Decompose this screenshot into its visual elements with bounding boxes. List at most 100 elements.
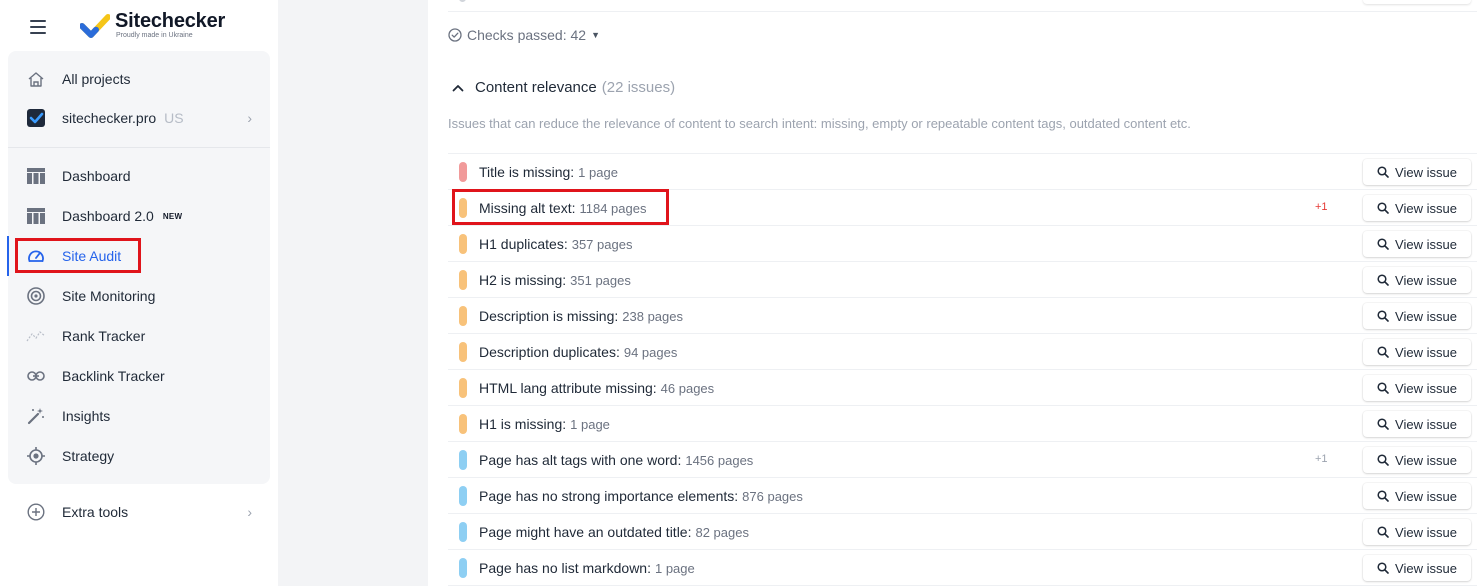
issue-delta: +1 <box>1315 201 1328 213</box>
view-issue-button[interactable]: View issue <box>1363 411 1471 437</box>
checks-passed-toggle[interactable]: Checks passed: 42 ▼ <box>448 27 600 43</box>
view-issue-label: View issue <box>1395 560 1457 576</box>
search-icon <box>1377 382 1389 394</box>
issue-name: Page has alt tags with one word: <box>479 452 682 468</box>
sidebar-item-extra-tools[interactable]: Extra tools › <box>8 494 270 530</box>
issue-name: H1 is missing: <box>479 416 567 432</box>
search-icon <box>1377 454 1389 466</box>
table-icon <box>26 207 46 225</box>
highlight-box <box>452 189 669 225</box>
issue-row[interactable]: Page might have an outdated title: 82 pag… <box>448 514 1477 550</box>
sidebar-item-strategy[interactable]: Strategy <box>8 438 270 474</box>
view-issue-label: View issue <box>1395 344 1457 360</box>
view-issue-button[interactable]: View issue <box>1363 447 1471 473</box>
issue-title: Page has alt tags with one word: 1456 pag… <box>479 452 753 468</box>
issue-row[interactable]: Page has no strong importance elements: 8… <box>448 478 1477 514</box>
issue-page-count: 1456 pages <box>685 453 754 468</box>
view-issue-label: View issue <box>1395 236 1457 252</box>
issue-row[interactable]: H1 duplicates: 357 pages View issue <box>448 226 1477 262</box>
sidebar: Sitechecker Proudly made in Ukraine All … <box>0 0 278 586</box>
severity-indicator <box>459 270 467 290</box>
issue-row[interactable]: Description duplicates: 94 pages View issu… <box>448 334 1477 370</box>
sidebar-item-all-projects[interactable]: All projects <box>8 61 270 97</box>
brand-name: Sitechecker <box>115 10 226 32</box>
view-issue-label: View issue <box>1395 452 1457 468</box>
view-issue-button[interactable]: View issue <box>1363 339 1471 365</box>
search-icon <box>1377 274 1389 286</box>
section-toggle[interactable]: Content relevance (22 issues) <box>452 79 675 96</box>
sidebar-item-rank-tracker[interactable]: Rank Tracker <box>8 318 270 354</box>
issue-name: H1 duplicates: <box>479 236 568 252</box>
issue-row[interactable]: Description is missing: 238 pages View iss… <box>448 298 1477 334</box>
sidebar-item-label: Extra tools <box>62 504 129 520</box>
content-gutter <box>278 0 428 586</box>
sidebar-item-insights[interactable]: Insights <box>8 398 270 434</box>
trend-icon <box>26 327 46 345</box>
view-issue-label: View issue <box>1395 164 1457 180</box>
highlight-box <box>15 238 141 273</box>
cut-off-issue-row <box>448 0 1477 12</box>
issue-name: H2 is missing: <box>479 272 567 288</box>
brand-tagline: Proudly made in Ukraine <box>116 32 193 39</box>
severity-indicator <box>459 378 467 398</box>
issue-page-count: 357 pages <box>571 237 633 252</box>
issue-title: H1 duplicates: 357 pages <box>479 236 632 252</box>
issue-name: Description is missing: <box>479 308 619 324</box>
chevron-right-icon: › <box>247 504 252 520</box>
search-icon <box>1377 238 1389 250</box>
issue-row[interactable]: Title is missing: 1 page View issue <box>448 154 1477 190</box>
issue-page-count: 876 pages <box>742 489 803 504</box>
issue-row[interactable]: Page has alt tags with one word: 1456 pag… <box>448 442 1477 478</box>
search-icon <box>1377 562 1389 574</box>
view-issue-button[interactable]: View issue <box>1363 519 1471 545</box>
view-issue-button[interactable]: View issue <box>1363 483 1471 509</box>
magic-wand-icon <box>26 407 46 425</box>
section-title: Content relevance <box>475 79 597 96</box>
target-icon <box>26 447 46 465</box>
view-issue-label: View issue <box>1395 380 1457 396</box>
project-favicon-icon <box>26 109 46 127</box>
view-issue-button[interactable]: View issue <box>1363 267 1471 293</box>
checks-passed-label: Checks passed: 42 <box>467 27 587 43</box>
severity-indicator <box>459 414 467 434</box>
view-issue-button[interactable]: View issue <box>1363 195 1471 221</box>
issue-row[interactable]: H1 is missing: 1 page View issue <box>448 406 1477 442</box>
view-issue-button[interactable]: View issue <box>1363 231 1471 257</box>
issue-row[interactable]: H2 is missing: 351 pages View issue <box>448 262 1477 298</box>
issue-name: Description duplicates: <box>479 344 620 360</box>
view-issue-button[interactable]: View issue <box>1363 303 1471 329</box>
view-issue-label: View issue <box>1395 416 1457 432</box>
radar-icon <box>26 287 46 305</box>
search-icon <box>1377 310 1389 322</box>
sidebar-item-dashboard[interactable]: Dashboard <box>8 158 270 194</box>
issue-row[interactable]: Page has no list markdown: 1 page View iss… <box>448 550 1477 586</box>
issue-page-count: 1 page <box>654 561 695 576</box>
view-issue-label: View issue <box>1395 272 1457 288</box>
menu-icon[interactable] <box>30 20 46 34</box>
issue-name: Page has no list markdown: <box>479 560 651 576</box>
view-issue-button[interactable] <box>1363 0 1471 4</box>
severity-indicator <box>459 486 467 506</box>
view-issue-button[interactable]: View issue <box>1363 375 1471 401</box>
issue-title: Description is missing: 238 pages <box>479 308 683 324</box>
sidebar-item-label: Dashboard 2.0 <box>62 208 154 224</box>
sidebar-item-backlink-tracker[interactable]: Backlink Tracker <box>8 358 270 394</box>
issue-page-count: 238 pages <box>622 309 683 324</box>
search-icon <box>1377 166 1389 178</box>
view-issue-button[interactable]: View issue <box>1363 159 1471 185</box>
sidebar-item-dashboard-2[interactable]: Dashboard 2.0 NEW <box>8 198 270 234</box>
issue-title: H2 is missing: 351 pages <box>479 272 631 288</box>
search-icon <box>1377 490 1389 502</box>
view-issue-button[interactable]: View issue <box>1363 555 1471 581</box>
chevron-right-icon: › <box>247 110 252 126</box>
sidebar-item-label: Insights <box>62 408 111 424</box>
issue-page-count: 351 pages <box>570 273 631 288</box>
sidebar-item-label: Rank Tracker <box>62 328 146 344</box>
new-badge: NEW <box>162 212 183 221</box>
sidebar-item-site-monitoring[interactable]: Site Monitoring <box>8 278 270 314</box>
issue-row[interactable]: HTML lang attribute missing: 46 pages View… <box>448 370 1477 406</box>
view-issue-label: View issue <box>1395 200 1457 216</box>
chevron-up-icon <box>452 84 464 91</box>
severity-indicator <box>459 234 467 254</box>
sidebar-item-project[interactable]: sitechecker.pro US › <box>8 100 270 136</box>
